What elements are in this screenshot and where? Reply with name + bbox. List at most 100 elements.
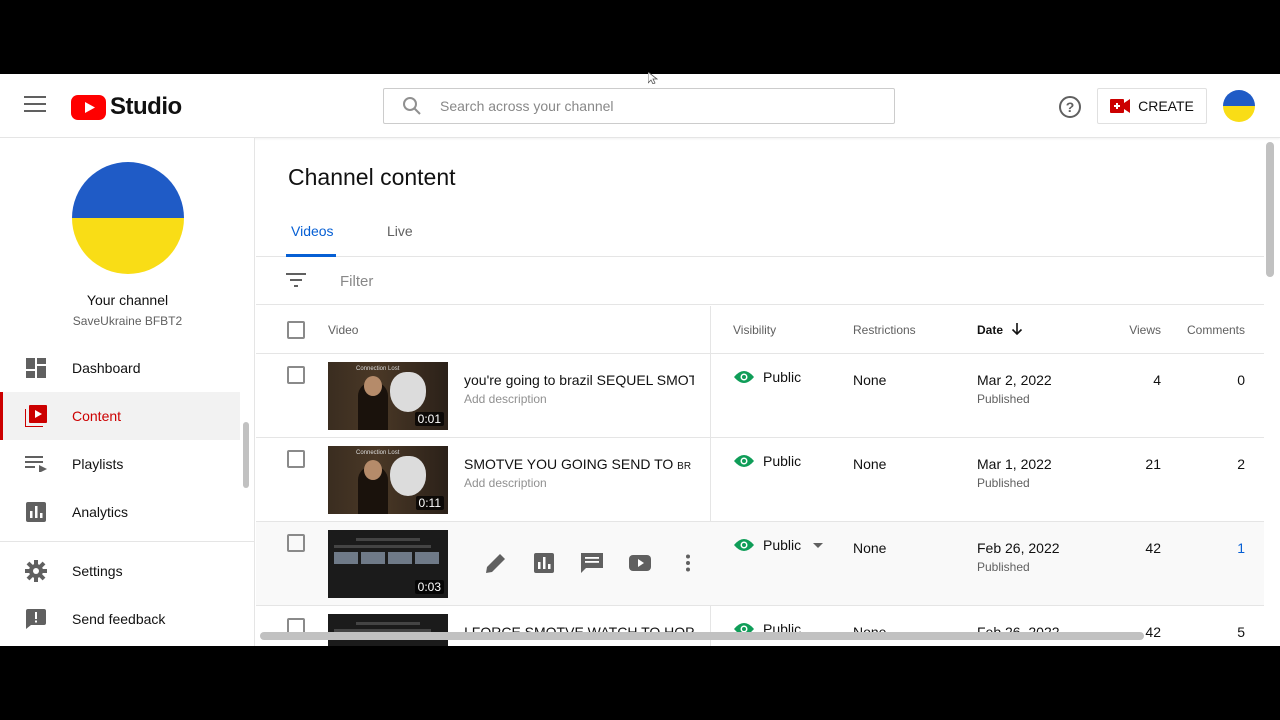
studio-logo[interactable]: Studio <box>71 93 182 121</box>
menu-icon[interactable] <box>24 96 46 114</box>
content-icon <box>24 404 48 428</box>
views-count: 4 <box>1153 372 1161 388</box>
comments-count: 5 <box>1237 624 1245 640</box>
video-description[interactable]: Add description <box>464 392 547 406</box>
analytics-button[interactable] <box>520 551 568 575</box>
col-date[interactable]: Date <box>977 323 1023 337</box>
table-row[interactable]: Connection Lost 0:01 you're going to bra… <box>256 354 1264 438</box>
studio-window: Studio ? CREATE Your channel SaveUkraine… <box>0 74 1280 646</box>
duration-badge: 0:11 <box>415 496 444 510</box>
col-date-label: Date <box>977 323 1004 337</box>
sidebar-item-playlists[interactable]: Playlists <box>0 440 240 488</box>
visibility-label: Public <box>763 369 802 385</box>
video-title-suffix: BR <box>677 461 692 472</box>
col-restrictions[interactable]: Restrictions <box>853 323 916 337</box>
date-value: Mar 1, 2022 <box>977 456 1052 472</box>
gear-icon <box>24 559 48 583</box>
col-views[interactable]: Views <box>1129 323 1161 337</box>
video-title[interactable]: you're going to brazil SEQUEL SMOTV... <box>464 372 694 388</box>
screen-recording-image <box>334 538 442 578</box>
view-on-youtube-button[interactable] <box>616 551 664 575</box>
feedback-icon <box>24 607 48 631</box>
visibility-dropdown[interactable]: Public <box>734 537 824 553</box>
video-thumbnail[interactable]: Connection Lost 0:11 <box>328 446 448 514</box>
mouse-cursor-icon <box>648 72 658 84</box>
comments-count-link[interactable]: 1 <box>1237 540 1245 556</box>
active-tab-indicator <box>286 254 336 257</box>
select-all-checkbox[interactable] <box>287 321 305 339</box>
video-thumbnail[interactable]: 0:03 <box>328 530 448 598</box>
comments-count: 2 <box>1237 456 1245 472</box>
video-description[interactable]: Add description <box>464 476 547 490</box>
visibility-label: Public <box>763 453 802 469</box>
comment-icon <box>581 553 603 573</box>
col-comments[interactable]: Comments <box>1187 323 1245 337</box>
edit-details-button[interactable] <box>472 551 520 575</box>
search-input[interactable] <box>440 98 860 114</box>
sidebar-item-analytics[interactable]: Analytics <box>0 488 240 536</box>
tab-live[interactable]: Live <box>387 223 413 239</box>
help-icon[interactable]: ? <box>1058 95 1082 119</box>
youtube-icon <box>629 555 651 571</box>
restrictions-value: None <box>853 540 887 556</box>
sidebar: Your channel SaveUkraine BFBT2 Dashboard… <box>0 138 255 646</box>
comments-button[interactable] <box>568 551 616 575</box>
table-row[interactable]: Connection Lost 0:11 SMOTVE YOU GOING SE… <box>256 438 1264 522</box>
eye-icon <box>734 371 754 383</box>
sidebar-item-content[interactable]: Content <box>0 392 240 440</box>
search-box[interactable] <box>383 88 895 124</box>
row-checkbox[interactable] <box>287 450 305 468</box>
more-options-button[interactable] <box>664 551 712 575</box>
views-count: 42 <box>1145 624 1161 640</box>
date-value: Feb 26, 2022 <box>977 540 1060 556</box>
create-button[interactable]: CREATE <box>1097 88 1207 124</box>
sidebar-item-send-feedback[interactable]: Send feedback <box>0 595 240 643</box>
sidebar-scrollbar[interactable] <box>243 422 249 488</box>
content-tabs: Videos Live <box>256 213 1264 257</box>
videos-table: Video Visibility Restrictions Date Views… <box>256 306 1264 646</box>
thumbnail-caption: Connection Lost <box>356 450 400 456</box>
sidebar-item-settings[interactable]: Settings <box>0 547 240 595</box>
sidebar-item-dashboard[interactable]: Dashboard <box>0 344 240 392</box>
video-thumbnail[interactable] <box>328 614 448 646</box>
table-row[interactable]: 0:03 Public None Feb 26, 2022 Published <box>256 522 1264 606</box>
row-checkbox[interactable] <box>287 534 305 552</box>
table-row[interactable]: I FORCE SMOTVE WATCH TO HOPLAIL Public N… <box>256 606 1264 646</box>
svg-text:?: ? <box>1066 99 1075 115</box>
eye-icon <box>734 539 754 551</box>
vertical-scrollbar[interactable] <box>1266 142 1274 277</box>
channel-avatar[interactable] <box>72 162 184 274</box>
filter-icon[interactable] <box>286 272 306 288</box>
row-checkbox[interactable] <box>287 366 305 384</box>
playlists-icon <box>24 452 48 476</box>
visibility-control[interactable]: Public <box>734 369 801 385</box>
more-vert-icon <box>686 554 690 572</box>
visibility-control[interactable]: Public <box>734 453 801 469</box>
restrictions-value: None <box>853 456 887 472</box>
video-title[interactable]: SMOTVE YOU GOING SEND TO BR <box>464 456 694 472</box>
duration-badge: 0:01 <box>414 412 444 426</box>
apple-logo-image <box>390 372 426 412</box>
eye-icon <box>734 455 754 467</box>
sidebar-item-label: Send feedback <box>72 611 166 627</box>
filter-input[interactable]: Filter <box>340 273 373 290</box>
filter-bar[interactable]: Filter <box>256 258 1264 305</box>
video-title-text: SMOTVE YOU GOING SEND TO <box>464 456 674 472</box>
sidebar-nav: Dashboard Content Playlists Analytics Se… <box>0 344 255 643</box>
dropdown-arrow-icon <box>813 542 824 548</box>
tab-videos[interactable]: Videos <box>291 223 334 239</box>
account-avatar[interactable] <box>1223 90 1255 122</box>
presenter-face <box>364 460 382 480</box>
page-title: Channel content <box>288 164 456 190</box>
sidebar-item-label: Content <box>72 408 122 424</box>
video-thumbnail[interactable]: Connection Lost 0:01 <box>328 362 448 430</box>
apple-logo-image <box>390 456 426 496</box>
col-visibility[interactable]: Visibility <box>733 323 776 337</box>
col-video: Video <box>328 323 359 337</box>
logo-text: Studio <box>110 93 182 120</box>
horizontal-scrollbar[interactable] <box>260 632 1144 640</box>
dashboard-icon <box>24 356 48 380</box>
youtube-logo-icon <box>71 94 106 120</box>
views-count: 21 <box>1145 456 1161 472</box>
publish-status: Published <box>977 392 1030 406</box>
